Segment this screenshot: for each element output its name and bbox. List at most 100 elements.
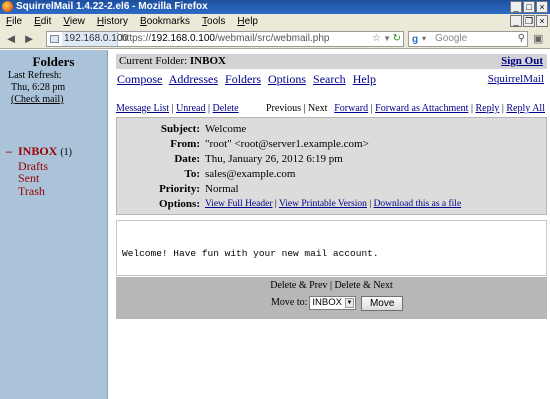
reply-all-link[interactable]: Reply All	[506, 103, 545, 114]
bookmark-star-icon[interactable]: ☆	[372, 32, 381, 46]
check-mail-link[interactable]: (Check mail)	[11, 94, 63, 105]
folder-drafts[interactable]: Drafts	[6, 159, 72, 173]
main-navigation: Compose Addresses Folders Options Search…	[117, 72, 380, 87]
view-full-header-link[interactable]: View Full Header	[205, 199, 273, 209]
squirrelmail-link[interactable]: SquirrelMail	[488, 73, 544, 85]
folder-trash[interactable]: Trash	[6, 184, 72, 198]
menu-view[interactable]: View	[63, 16, 85, 27]
delete-next-link[interactable]: Delete & Next	[334, 280, 392, 291]
maximize-icon[interactable]: □	[523, 1, 535, 13]
options-links: View Full Header | View Printable Versio…	[205, 199, 462, 209]
subject-label: Subject:	[160, 123, 200, 135]
reply-link[interactable]: Reply	[475, 103, 499, 114]
forward-icon[interactable]: ►	[22, 32, 36, 46]
delete-link[interactable]: Delete	[213, 103, 239, 114]
page-menu-icon[interactable]: ▣	[533, 32, 543, 45]
address-bar[interactable]: 192.168.0.100 https://192.168.0.100/webm…	[46, 31, 404, 47]
restore-icon[interactable]: ❐	[523, 15, 535, 27]
current-folder-bar: Current Folder: INBOX Sign Out	[116, 54, 547, 69]
navigation-bar: ◄ ► 192.168.0.100 https://192.168.0.100/…	[0, 29, 550, 49]
menu-help[interactable]: Help	[237, 16, 258, 27]
view-printable-link[interactable]: View Printable Version	[279, 199, 367, 209]
message-view: Current Folder: INBOX Sign Out Compose A…	[114, 50, 550, 399]
current-folder-label: Current Folder:	[119, 55, 188, 67]
menu-bar: File Edit View History Bookmarks Tools H…	[0, 14, 550, 29]
reload-icon[interactable]: ↻	[393, 32, 401, 46]
header-priority: Priority: Normal	[117, 182, 548, 197]
close-icon[interactable]: ×	[536, 15, 548, 27]
forward-attachment-link[interactable]: Forward as Attachment	[375, 103, 468, 114]
menu-tools[interactable]: Tools	[202, 16, 225, 27]
move-to-select[interactable]: INBOX ▼	[309, 296, 356, 310]
search-engine-dropdown-icon[interactable]: ▾	[422, 32, 426, 46]
close-icon[interactable]: ×	[536, 1, 548, 13]
folders-link[interactable]: Folders	[225, 72, 261, 86]
move-button[interactable]: Move	[360, 295, 404, 311]
from-value: "root" <root@server1.example.com>	[205, 138, 369, 150]
options-link[interactable]: Options	[268, 72, 306, 86]
tab-window-controls: _ ❐ ×	[510, 15, 548, 27]
to-label: To:	[184, 168, 201, 180]
message-list-link[interactable]: Message List	[116, 103, 169, 114]
message-actions: Message List | Unread | Delete Previous …	[116, 103, 545, 114]
unread-count: (1)	[60, 147, 73, 158]
site-host[interactable]: 192.168.0.100	[62, 32, 128, 46]
header-options: Options: View Full Header | View Printab…	[117, 197, 548, 212]
magnifier-icon[interactable]: ⚲	[518, 32, 525, 46]
chevron-down-icon[interactable]: ▼	[344, 298, 354, 308]
page-content: Folders Last Refresh: Thu, 6:28 pm (Chec…	[0, 50, 550, 399]
date-label: Date:	[174, 153, 200, 165]
previous-text: Previous	[266, 103, 301, 114]
url-text[interactable]: https://192.168.0.100/webmail/src/webmai…	[121, 32, 329, 46]
unread-link[interactable]: Unread	[176, 103, 205, 114]
date-value: Thu, January 26, 2012 6:19 pm	[205, 153, 343, 165]
minimize-icon[interactable]: _	[510, 1, 522, 13]
reply-actions: Forward | Forward as Attachment | Reply …	[334, 103, 545, 114]
header-subject: Subject: Welcome	[117, 122, 548, 137]
minimize-icon[interactable]: _	[510, 15, 522, 27]
folder-sent[interactable]: Sent	[6, 172, 72, 185]
firefox-icon	[2, 1, 13, 12]
subject-value: Welcome	[205, 123, 247, 135]
site-identity-icon[interactable]	[50, 35, 59, 43]
url-dropdown-icon[interactable]: ▼	[383, 32, 391, 46]
search-box[interactable]: g ▾ Google ⚲	[408, 31, 528, 47]
menu-bookmarks[interactable]: Bookmarks	[140, 16, 190, 27]
message-footer: Delete & Prev | Delete & Next Move to: I…	[116, 277, 547, 319]
header-to: To: sales@example.com	[117, 167, 548, 182]
last-refresh-label: Last Refresh:	[8, 70, 62, 81]
next-text: Next	[308, 103, 328, 114]
folder-list: – INBOX (1) Drafts Sent Trash	[6, 145, 72, 197]
search-placeholder: Google	[435, 33, 468, 44]
menu-edit[interactable]: Edit	[34, 16, 51, 27]
search-link[interactable]: Search	[313, 72, 346, 86]
addresses-link[interactable]: Addresses	[169, 72, 218, 86]
folder-label[interactable]: INBOX	[18, 144, 57, 158]
folder-sidebar: Folders Last Refresh: Thu, 6:28 pm (Chec…	[0, 50, 107, 399]
priority-label: Priority:	[159, 183, 200, 195]
from-label: From:	[170, 138, 200, 150]
message-body-text: Welcome! Have fun with your new mail acc…	[122, 248, 379, 259]
forward-link[interactable]: Forward	[334, 103, 368, 114]
frame-divider[interactable]	[107, 50, 114, 399]
download-link[interactable]: Download this as a file	[374, 199, 462, 209]
message-body: Welcome! Have fun with your new mail acc…	[116, 220, 547, 276]
sign-out-link[interactable]: Sign Out	[501, 54, 543, 69]
compose-link[interactable]: Compose	[117, 72, 162, 86]
to-value: sales@example.com	[205, 168, 296, 180]
message-headers: Subject: Welcome From: "root" <root@serv…	[116, 117, 547, 215]
folder-inbox[interactable]: – INBOX (1)	[6, 145, 72, 160]
header-date: Date: Thu, January 26, 2012 6:19 pm	[117, 152, 548, 167]
header-from: From: "root" <root@server1.example.com>	[117, 137, 548, 152]
window-controls: _ □ ×	[510, 1, 548, 13]
sidebar-title: Folders	[32, 54, 75, 69]
menu-history[interactable]: History	[97, 16, 128, 27]
back-icon[interactable]: ◄	[4, 32, 18, 46]
window-titlebar: SquirrelMail 1.4.22-2.el6 - Mozilla Fire…	[0, 0, 550, 14]
menu-file[interactable]: File	[6, 16, 22, 27]
help-link[interactable]: Help	[353, 72, 376, 86]
last-refresh-time: Thu, 6:28 pm	[11, 82, 66, 93]
move-to-form: Move to: INBOX ▼ Move	[271, 295, 404, 311]
delete-prev-link[interactable]: Delete & Prev	[270, 280, 327, 291]
move-to-label: Move to:	[271, 297, 308, 308]
